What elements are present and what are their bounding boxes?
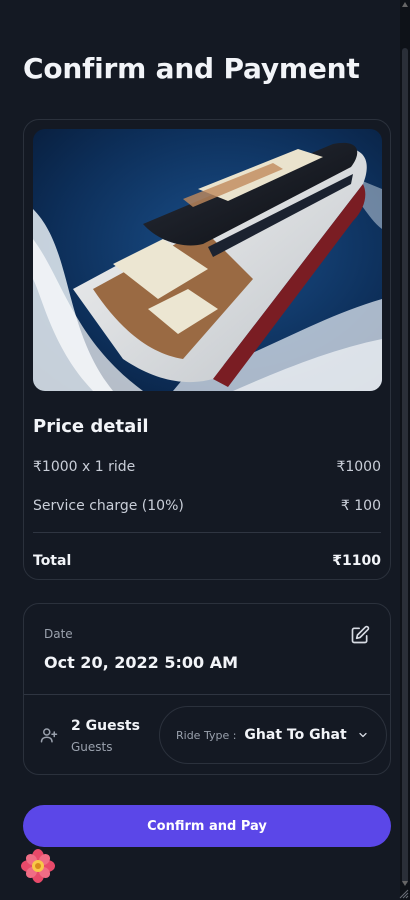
price-detail-heading: Price detail xyxy=(33,416,149,437)
flower-icon[interactable] xyxy=(20,848,56,884)
scrollbar-thumb[interactable] xyxy=(402,48,408,884)
booking-card: Date Oct 20, 2022 5:00 AM 2 Guests Guest… xyxy=(23,603,391,775)
divider xyxy=(24,694,390,695)
ride-type-label: Ride Type : xyxy=(176,728,237,742)
total-label: Total xyxy=(33,553,72,569)
edit-icon[interactable] xyxy=(350,625,370,645)
price-row-ride: ₹1000 x 1 ride ₹1000 xyxy=(33,457,381,477)
divider xyxy=(33,532,381,533)
yacht-image xyxy=(33,129,382,391)
date-value: Oct 20, 2022 5:00 AM xyxy=(44,653,238,672)
price-row-label: Service charge (10%) xyxy=(33,498,184,514)
chevron-down-icon xyxy=(359,732,367,738)
resize-grip-icon[interactable] xyxy=(399,889,409,899)
ride-type-select[interactable]: Ride Type : Ghat To Ghat xyxy=(159,706,387,764)
scroll-down-arrow-icon[interactable] xyxy=(402,881,408,886)
total-value: ₹1100 xyxy=(332,553,381,569)
add-user-icon xyxy=(40,728,58,743)
price-row-value: ₹ 100 xyxy=(340,498,381,514)
price-row-total: Total ₹1100 xyxy=(33,551,381,571)
scrollbar[interactable] xyxy=(400,0,410,900)
price-row-value: ₹1000 xyxy=(336,459,381,475)
ride-type-value: Ghat To Ghat xyxy=(244,727,347,743)
page-title: Confirm and Payment xyxy=(23,52,360,85)
price-row-service-charge: Service charge (10%) ₹ 100 xyxy=(33,496,381,516)
guests-count[interactable]: 2 Guests xyxy=(71,718,140,734)
scroll-up-arrow-icon[interactable] xyxy=(402,2,408,7)
guests-label: Guests xyxy=(71,740,113,754)
date-label: Date xyxy=(44,627,73,641)
confirm-and-pay-button[interactable]: Confirm and Pay xyxy=(23,805,391,847)
price-card: Price detail ₹1000 x 1 ride ₹1000 Servic… xyxy=(23,119,391,580)
price-row-label: ₹1000 x 1 ride xyxy=(33,459,136,475)
